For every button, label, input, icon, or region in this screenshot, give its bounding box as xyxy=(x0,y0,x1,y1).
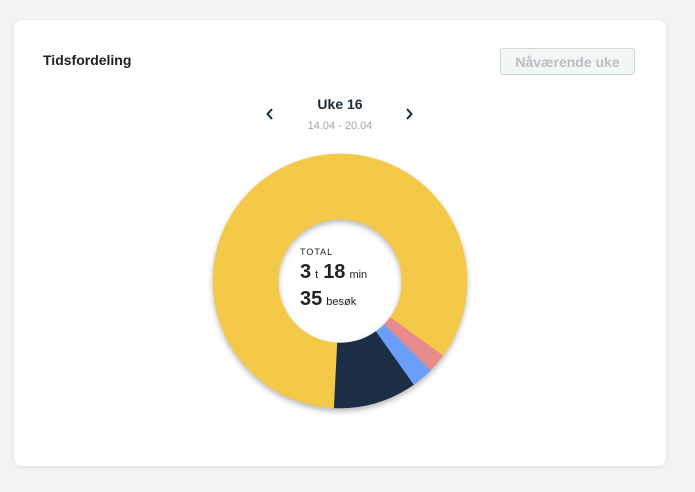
total-minutes: 18 xyxy=(323,261,346,283)
hours-unit: t xyxy=(315,269,319,281)
card-title: Tidsfordeling xyxy=(43,52,132,68)
totals-summary: TOTAL 3 t 18 min 35 besøk xyxy=(300,247,420,311)
minutes-unit: min xyxy=(349,269,368,281)
time-distribution-card: Tidsfordeling Nåværende uke Uke 16 14.04… xyxy=(14,20,666,466)
chevron-right-icon xyxy=(406,108,413,120)
total-visits: 35 besøk xyxy=(300,288,420,311)
next-week-button[interactable] xyxy=(399,104,419,124)
total-label: TOTAL xyxy=(300,247,334,257)
current-week-button[interactable]: Nåværende uke xyxy=(500,48,635,75)
total-hours: 3 xyxy=(300,261,312,283)
visits-count: 35 xyxy=(300,288,323,310)
total-time: 3 t 18 min xyxy=(300,261,420,284)
visits-unit: besøk xyxy=(326,296,357,308)
